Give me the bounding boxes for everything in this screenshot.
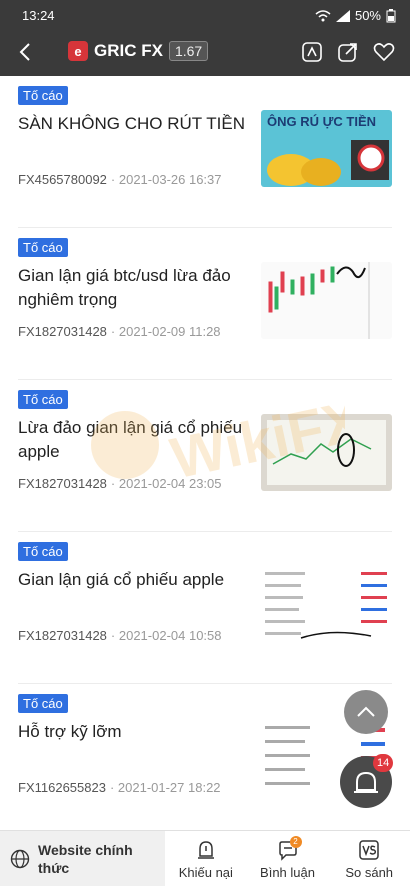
item-thumbnail[interactable] bbox=[261, 262, 392, 339]
complaint-icon bbox=[197, 841, 214, 859]
item-meta: FX1827031428 · 2021-02-04 23:05 bbox=[18, 476, 222, 491]
tab-label: Khiếu nại bbox=[178, 865, 233, 880]
battery-icon bbox=[386, 8, 396, 22]
item-user: FX4565780092 bbox=[18, 172, 107, 187]
top-navbar: e GRIC FX 1.67 bbox=[0, 30, 410, 76]
list-item[interactable]: Tố cáo Gian lận giá btc/usd lừa đảo nghi… bbox=[18, 228, 392, 380]
item-date: · 2021-02-04 23:05 bbox=[110, 476, 222, 491]
item-meta: FX4565780092 · 2021-03-26 16:37 bbox=[18, 172, 222, 187]
status-icons: 50% bbox=[315, 8, 396, 23]
broker-name: GRIC FX bbox=[94, 41, 163, 60]
complaint-tag: Tố cáo bbox=[18, 86, 68, 105]
battery-percent: 50% bbox=[354, 8, 381, 23]
vs-icon bbox=[359, 840, 379, 860]
pdf-icon[interactable] bbox=[300, 40, 324, 64]
broker-brand: e GRIC FX 1.67 bbox=[68, 41, 209, 61]
list-item[interactable]: Tố cáo Lừa đảo gian lận giá cổ phiếu app… bbox=[18, 380, 392, 532]
item-date: · 2021-03-26 16:37 bbox=[110, 172, 222, 187]
item-user: FX1162655823 bbox=[18, 780, 106, 795]
item-date: · 2021-01-27 18:22 bbox=[109, 780, 221, 795]
item-title[interactable]: Gian lận giá cổ phiếu apple bbox=[18, 568, 246, 592]
tab-complaint[interactable]: Khiếu nại bbox=[165, 831, 247, 886]
complaint-tag: Tố cáo bbox=[18, 542, 68, 561]
item-title[interactable]: Hỗ trợ kỹ lỡm bbox=[18, 720, 246, 744]
tab-label: So sánh bbox=[345, 865, 394, 880]
item-user: FX1827031428 bbox=[18, 476, 107, 491]
chevron-up-icon bbox=[357, 706, 375, 717]
item-date: · 2021-02-09 11:28 bbox=[110, 324, 221, 339]
item-thumbnail[interactable] bbox=[261, 414, 392, 491]
tab-label: Bình luận bbox=[260, 865, 315, 880]
official-website-button[interactable]: Website chính thức bbox=[0, 831, 165, 886]
back-arrow-icon[interactable] bbox=[14, 40, 38, 64]
alert-count-badge: 14 bbox=[373, 754, 394, 772]
item-meta: FX1162655823 · 2021-01-27 18:22 bbox=[18, 780, 221, 795]
broker-score: 1.67 bbox=[168, 41, 209, 61]
share-icon[interactable] bbox=[336, 40, 360, 64]
list-item[interactable]: Tố cáo Gian lận giá cổ phiếu apple FX182… bbox=[18, 532, 392, 684]
item-title[interactable]: Gian lận giá btc/usd lừa đảo nghiêm trọn… bbox=[18, 264, 246, 312]
complaint-tag: Tố cáo bbox=[18, 390, 68, 409]
item-title[interactable]: SÀN KHÔNG CHO RÚT TIỀN bbox=[18, 112, 246, 136]
complaint-tag: Tố cáo bbox=[18, 694, 68, 713]
website-label: Website chính thức bbox=[38, 842, 133, 876]
broker-logo: e bbox=[68, 41, 88, 61]
tab-comment[interactable]: 2 Bình luận bbox=[247, 831, 329, 886]
item-user: FX1827031428 bbox=[18, 628, 107, 643]
item-thumbnail[interactable]: ÔNG RÚ ỰC TIỀN bbox=[261, 110, 392, 187]
list-item[interactable]: Tố cáo SÀN KHÔNG CHO RÚT TIỀN FX45657800… bbox=[18, 76, 392, 228]
item-user: FX1827031428 bbox=[18, 324, 107, 339]
globe-icon bbox=[10, 849, 30, 869]
complaint-tag: Tố cáo bbox=[18, 238, 68, 257]
item-meta: FX1827031428 · 2021-02-09 11:28 bbox=[18, 324, 221, 339]
wifi-icon bbox=[315, 9, 331, 21]
list-item[interactable]: Tố cáo Hỗ trợ kỹ lỡm FX1162655823 · 2021-… bbox=[18, 684, 392, 836]
tab-compare[interactable]: So sánh bbox=[328, 831, 410, 886]
item-title[interactable]: Lừa đảo gian lận giá cổ phiếu apple bbox=[18, 416, 246, 464]
item-meta: FX1827031428 · 2021-02-04 10:58 bbox=[18, 628, 222, 643]
bottom-bar: Website chính thức Khiếu nại 2 Bình luận… bbox=[0, 830, 410, 886]
scroll-top-button[interactable] bbox=[344, 690, 388, 734]
status-time: 13:24 bbox=[22, 8, 55, 23]
thumbnail-caption: ÔNG RÚ ỰC TIỀN bbox=[267, 114, 376, 129]
favorite-heart-icon[interactable] bbox=[372, 40, 396, 64]
status-bar: 13:24 50% bbox=[0, 0, 410, 30]
comment-count-badge: 2 bbox=[289, 836, 302, 848]
nav-actions bbox=[300, 40, 396, 64]
item-thumbnail[interactable] bbox=[261, 566, 392, 643]
item-date: · 2021-02-04 10:58 bbox=[110, 628, 222, 643]
signal-icon bbox=[335, 9, 350, 22]
